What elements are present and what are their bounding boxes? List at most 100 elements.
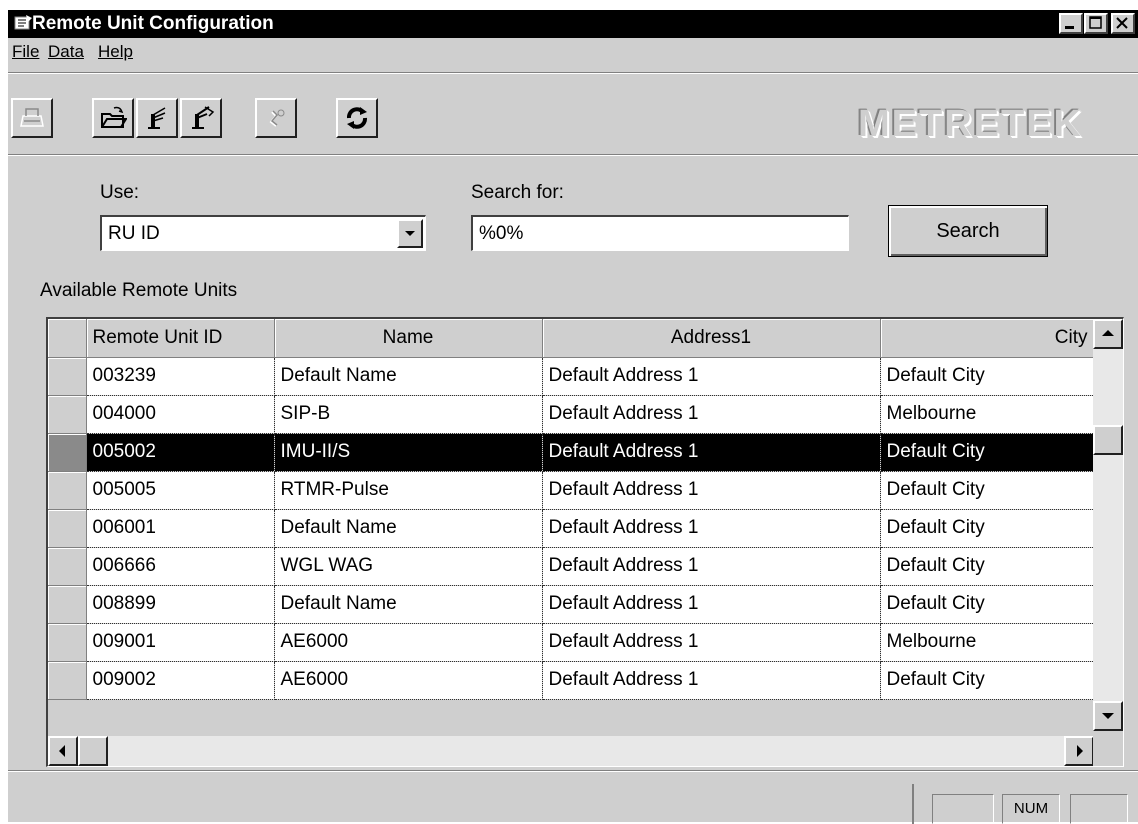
cell-address1[interactable]: Default Address 1 [542, 585, 881, 624]
cell-city[interactable]: Default City [880, 585, 1095, 624]
cell-city[interactable]: Default City [880, 471, 1095, 510]
arrow-left-icon [59, 745, 65, 757]
status-bar: NUM [8, 780, 1138, 824]
antenna-button[interactable] [136, 98, 178, 138]
row-selector[interactable] [48, 623, 87, 662]
antenna-icon [148, 107, 166, 129]
row-selector[interactable] [48, 661, 87, 700]
cell-remote-unit-id[interactable]: 005002 [86, 433, 275, 472]
table-row[interactable]: 003239 Default Name Default Address 1 Defau… [48, 357, 1095, 396]
cell-address1[interactable]: Default Address 1 [542, 547, 881, 586]
status-panel-caps [932, 794, 994, 824]
horizontal-scrollbar[interactable] [48, 736, 1094, 766]
row-selector[interactable] [48, 471, 87, 510]
cell-address1[interactable]: Default Address 1 [542, 395, 881, 434]
cell-remote-unit-id[interactable]: 005005 [86, 471, 275, 510]
search-input-value: %0% [479, 223, 524, 244]
cell-name[interactable]: Default Name [274, 585, 543, 624]
minimize-button[interactable] [1059, 13, 1083, 34]
cell-name[interactable]: IMU-II/S [274, 433, 543, 472]
table-row[interactable]: 006001 Default Name Default Address 1 Defau… [48, 509, 1095, 548]
close-button[interactable] [1111, 13, 1135, 34]
row-selector[interactable] [48, 509, 87, 548]
cell-city[interactable]: Default City [880, 357, 1095, 396]
row-selector[interactable] [48, 585, 87, 624]
arrow-right-icon [1077, 745, 1083, 757]
horizontal-scroll-thumb[interactable] [78, 736, 108, 766]
cell-city[interactable]: Default City [880, 547, 1095, 586]
row-selector[interactable] [48, 433, 87, 472]
row-selector[interactable] [48, 357, 87, 396]
cell-city[interactable]: Default City [880, 433, 1095, 472]
vertical-scroll-thumb[interactable] [1093, 425, 1123, 455]
cell-remote-unit-id[interactable]: 009002 [86, 661, 275, 700]
menu-file[interactable]: File [12, 42, 39, 62]
scroll-down-button[interactable] [1093, 701, 1123, 731]
use-select[interactable]: RU ID [100, 215, 426, 251]
settings-button[interactable] [255, 98, 297, 138]
scroll-right-button[interactable] [1064, 736, 1094, 766]
open-button[interactable] [92, 98, 134, 138]
cell-address1[interactable]: Default Address 1 [542, 509, 881, 548]
cell-address1[interactable]: Default Address 1 [542, 471, 881, 510]
row-selector[interactable] [48, 547, 87, 586]
table-row[interactable]: 004000 SIP-B Default Address 1 Melbourne [48, 395, 1095, 434]
app-icon[interactable] [14, 14, 34, 32]
cell-address1[interactable]: Default Address 1 [542, 623, 881, 662]
cell-remote-unit-id[interactable]: 004000 [86, 395, 275, 434]
status-panel-num: NUM [1002, 794, 1060, 824]
cell-city[interactable]: Default City [880, 661, 1095, 700]
menu-help[interactable]: Help [98, 42, 133, 62]
cell-name[interactable]: AE6000 [274, 623, 543, 662]
search-button[interactable]: Search [888, 205, 1048, 257]
search-input[interactable]: %0% [471, 215, 849, 251]
cell-name[interactable]: WGL WAG [274, 547, 543, 586]
antenna-alt-button[interactable] [180, 98, 222, 138]
cell-name[interactable]: Default Name [274, 509, 543, 548]
column-header-name[interactable]: Name [274, 319, 543, 358]
available-units-label: Available Remote Units [40, 280, 238, 301]
maximize-button[interactable] [1084, 13, 1108, 34]
maximize-icon [1089, 16, 1102, 29]
table-row[interactable]: 009001 AE6000 Default Address 1 Melbourne [48, 623, 1095, 662]
cell-address1[interactable]: Default Address 1 [542, 433, 881, 472]
row-selector-header [48, 319, 87, 358]
column-header-address1[interactable]: Address1 [542, 319, 881, 358]
menu-data[interactable]: Data [48, 42, 84, 62]
cell-address1[interactable]: Default Address 1 [542, 661, 881, 700]
scroll-left-button[interactable] [48, 736, 78, 766]
cell-address1[interactable]: Default Address 1 [542, 357, 881, 396]
table-row[interactable]: 005005 RTMR-Pulse Default Address 1 Default… [48, 471, 1095, 510]
refresh-icon [347, 107, 367, 129]
vertical-scrollbar[interactable] [1093, 319, 1123, 731]
cell-city[interactable]: Melbourne [880, 395, 1095, 434]
open-folder-icon [101, 106, 127, 128]
table-row[interactable]: 006666 WGL WAG Default Address 1 Default Ci… [48, 547, 1095, 586]
column-header-remote-unit-id[interactable]: Remote Unit ID [86, 319, 275, 358]
scroll-up-button[interactable] [1093, 319, 1123, 349]
cell-remote-unit-id[interactable]: 006666 [86, 547, 275, 586]
cell-remote-unit-id[interactable]: 008899 [86, 585, 275, 624]
cell-name[interactable]: SIP-B [274, 395, 543, 434]
table-row[interactable]: 008899 Default Name Default Address 1 Defau… [48, 585, 1095, 624]
status-divider [8, 770, 1138, 772]
title-bar[interactable]: Remote Unit Configuration [8, 10, 1138, 38]
cell-name[interactable]: Default Name [274, 357, 543, 396]
cell-city[interactable]: Default City [880, 509, 1095, 548]
status-panel-scroll [1070, 794, 1128, 824]
cell-remote-unit-id[interactable]: 006001 [86, 509, 275, 548]
refresh-button[interactable] [336, 98, 378, 138]
cell-city[interactable]: Melbourne [880, 623, 1095, 662]
table-row[interactable]: 009002 AE6000 Default Address 1 Default Cit… [48, 661, 1095, 700]
row-selector[interactable] [48, 395, 87, 434]
cell-name[interactable]: AE6000 [274, 661, 543, 700]
menu-help-label: Help [98, 42, 133, 61]
cell-remote-unit-id[interactable]: 003239 [86, 357, 275, 396]
remote-units-grid[interactable]: Remote Unit ID Name Address1 City 003239… [46, 317, 1124, 767]
table-row[interactable]: 005002 IMU-II/S Default Address 1 Default C… [48, 433, 1095, 472]
dropdown-button[interactable] [397, 219, 423, 248]
column-header-city[interactable]: City [880, 319, 1095, 358]
print-button[interactable] [11, 98, 53, 138]
cell-remote-unit-id[interactable]: 009001 [86, 623, 275, 662]
cell-name[interactable]: RTMR-Pulse [274, 471, 543, 510]
